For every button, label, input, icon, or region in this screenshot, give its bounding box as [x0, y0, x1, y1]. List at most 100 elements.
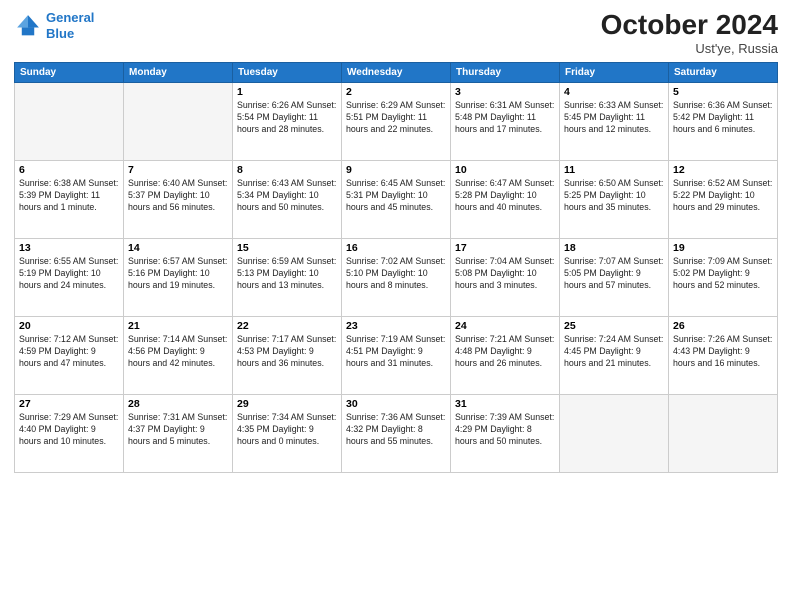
calendar-cell: 9 Sunrise: 6:45 AM Sunset: 5:31 PM Daylig…	[342, 160, 451, 238]
calendar-cell: 25 Sunrise: 7:24 AM Sunset: 4:45 PM Dayli…	[560, 316, 669, 394]
cell-info: Sunrise: 6:45 AM Sunset: 5:31 PM Dayligh…	[346, 178, 446, 214]
day-number: 3	[455, 86, 555, 98]
day-number: 18	[564, 242, 664, 254]
calendar-week-4: 27 Sunrise: 7:29 AM Sunset: 4:40 PM Dayli…	[15, 394, 778, 472]
day-number: 6	[19, 164, 119, 176]
calendar-cell: 27 Sunrise: 7:29 AM Sunset: 4:40 PM Dayli…	[15, 394, 124, 472]
calendar-cell: 8 Sunrise: 6:43 AM Sunset: 5:34 PM Daylig…	[233, 160, 342, 238]
day-number: 22	[237, 320, 337, 332]
col-tuesday: Tuesday	[233, 62, 342, 82]
day-number: 1	[237, 86, 337, 98]
day-number: 31	[455, 398, 555, 410]
calendar-cell: 2Sunrise: 6:29 AM Sunset: 5:51 PM Daylig…	[342, 82, 451, 160]
month-title: October 2024	[601, 10, 778, 41]
calendar-cell: 17Sunrise: 7:04 AM Sunset: 5:08 PM Dayli…	[451, 238, 560, 316]
cell-info: Sunrise: 7:21 AM Sunset: 4:48 PM Dayligh…	[455, 334, 555, 370]
header: General Blue October 2024 Ust'ye, Russia	[14, 10, 778, 56]
day-number: 28	[128, 398, 228, 410]
cell-info: Sunrise: 7:39 AM Sunset: 4:29 PM Dayligh…	[455, 412, 555, 448]
day-number: 12	[673, 164, 773, 176]
location: Ust'ye, Russia	[601, 41, 778, 56]
title-block: October 2024 Ust'ye, Russia	[601, 10, 778, 56]
cell-info: Sunrise: 7:36 AM Sunset: 4:32 PM Dayligh…	[346, 412, 446, 448]
calendar-cell: 10 Sunrise: 6:47 AM Sunset: 5:28 PM Dayli…	[451, 160, 560, 238]
col-saturday: Saturday	[669, 62, 778, 82]
cell-info: Sunrise: 6:26 AM Sunset: 5:54 PM Dayligh…	[237, 100, 337, 136]
day-number: 8	[237, 164, 337, 176]
calendar-cell: 30Sunrise: 7:36 AM Sunset: 4:32 PM Dayli…	[342, 394, 451, 472]
cell-info: Sunrise: 6:55 AM Sunset: 5:19 PM Dayligh…	[19, 256, 119, 292]
calendar-week-3: 20 Sunrise: 7:12 AM Sunset: 4:59 PM Dayli…	[15, 316, 778, 394]
cell-info: Sunrise: 7:07 AM Sunset: 5:05 PM Dayligh…	[564, 256, 664, 292]
calendar-cell: 31 Sunrise: 7:39 AM Sunset: 4:29 PM Dayli…	[451, 394, 560, 472]
calendar-cell: 13 Sunrise: 6:55 AM Sunset: 5:19 PM Dayli…	[15, 238, 124, 316]
calendar-cell: 18 Sunrise: 7:07 AM Sunset: 5:05 PM Dayli…	[560, 238, 669, 316]
logo-text: General Blue	[46, 10, 94, 41]
cell-info: Sunrise: 7:26 AM Sunset: 4:43 PM Dayligh…	[673, 334, 773, 370]
calendar-cell: 29 Sunrise: 7:34 AM Sunset: 4:35 PM Dayli…	[233, 394, 342, 472]
day-number: 25	[564, 320, 664, 332]
calendar-cell: 26 Sunrise: 7:26 AM Sunset: 4:43 PM Dayli…	[669, 316, 778, 394]
day-number: 29	[237, 398, 337, 410]
calendar-week-2: 13 Sunrise: 6:55 AM Sunset: 5:19 PM Dayli…	[15, 238, 778, 316]
cell-info: Sunrise: 6:38 AM Sunset: 5:39 PM Dayligh…	[19, 178, 119, 214]
day-number: 11	[564, 164, 664, 176]
cell-info: Sunrise: 6:43 AM Sunset: 5:34 PM Dayligh…	[237, 178, 337, 214]
cell-info: Sunrise: 6:50 AM Sunset: 5:25 PM Dayligh…	[564, 178, 664, 214]
col-wednesday: Wednesday	[342, 62, 451, 82]
day-number: 19	[673, 242, 773, 254]
cell-info: Sunrise: 7:04 AM Sunset: 5:08 PM Dayligh…	[455, 256, 555, 292]
calendar-cell: 21Sunrise: 7:14 AM Sunset: 4:56 PM Dayli…	[124, 316, 233, 394]
day-number: 4	[564, 86, 664, 98]
col-friday: Friday	[560, 62, 669, 82]
cell-info: Sunrise: 7:12 AM Sunset: 4:59 PM Dayligh…	[19, 334, 119, 370]
cell-info: Sunrise: 7:31 AM Sunset: 4:37 PM Dayligh…	[128, 412, 228, 448]
calendar-cell: 14Sunrise: 6:57 AM Sunset: 5:16 PM Dayli…	[124, 238, 233, 316]
day-number: 13	[19, 242, 119, 254]
calendar-cell: 7 Sunrise: 6:40 AM Sunset: 5:37 PM Daylig…	[124, 160, 233, 238]
calendar-cell: 24 Sunrise: 7:21 AM Sunset: 4:48 PM Dayli…	[451, 316, 560, 394]
calendar-cell	[15, 82, 124, 160]
day-number: 2	[346, 86, 446, 98]
calendar-cell	[124, 82, 233, 160]
cell-info: Sunrise: 6:59 AM Sunset: 5:13 PM Dayligh…	[237, 256, 337, 292]
logo: General Blue	[14, 10, 94, 41]
calendar-cell: 3 Sunrise: 6:31 AM Sunset: 5:48 PM Daylig…	[451, 82, 560, 160]
calendar-cell: 4 Sunrise: 6:33 AM Sunset: 5:45 PM Daylig…	[560, 82, 669, 160]
day-number: 15	[237, 242, 337, 254]
calendar-cell: 16 Sunrise: 7:02 AM Sunset: 5:10 PM Dayli…	[342, 238, 451, 316]
cell-info: Sunrise: 7:24 AM Sunset: 4:45 PM Dayligh…	[564, 334, 664, 370]
calendar-week-0: 1 Sunrise: 6:26 AM Sunset: 5:54 PM Daylig…	[15, 82, 778, 160]
cell-info: Sunrise: 6:40 AM Sunset: 5:37 PM Dayligh…	[128, 178, 228, 214]
calendar-cell: 23Sunrise: 7:19 AM Sunset: 4:51 PM Dayli…	[342, 316, 451, 394]
calendar-cell: 19 Sunrise: 7:09 AM Sunset: 5:02 PM Dayli…	[669, 238, 778, 316]
cell-info: Sunrise: 6:33 AM Sunset: 5:45 PM Dayligh…	[564, 100, 664, 136]
calendar-cell: 20 Sunrise: 7:12 AM Sunset: 4:59 PM Dayli…	[15, 316, 124, 394]
cell-info: Sunrise: 7:34 AM Sunset: 4:35 PM Dayligh…	[237, 412, 337, 448]
cell-info: Sunrise: 6:31 AM Sunset: 5:48 PM Dayligh…	[455, 100, 555, 136]
day-number: 5	[673, 86, 773, 98]
day-number: 16	[346, 242, 446, 254]
calendar-cell: 28 Sunrise: 7:31 AM Sunset: 4:37 PM Dayli…	[124, 394, 233, 472]
calendar-cell: 6 Sunrise: 6:38 AM Sunset: 5:39 PM Daylig…	[15, 160, 124, 238]
cell-info: Sunrise: 6:47 AM Sunset: 5:28 PM Dayligh…	[455, 178, 555, 214]
calendar-cell: 11 Sunrise: 6:50 AM Sunset: 5:25 PM Dayli…	[560, 160, 669, 238]
cell-info: Sunrise: 7:09 AM Sunset: 5:02 PM Dayligh…	[673, 256, 773, 292]
day-number: 27	[19, 398, 119, 410]
day-number: 7	[128, 164, 228, 176]
day-number: 20	[19, 320, 119, 332]
col-monday: Monday	[124, 62, 233, 82]
day-number: 10	[455, 164, 555, 176]
day-number: 24	[455, 320, 555, 332]
calendar-header-row: Sunday Monday Tuesday Wednesday Thursday…	[15, 62, 778, 82]
cell-info: Sunrise: 7:02 AM Sunset: 5:10 PM Dayligh…	[346, 256, 446, 292]
calendar-cell: 1 Sunrise: 6:26 AM Sunset: 5:54 PM Daylig…	[233, 82, 342, 160]
calendar-cell	[669, 394, 778, 472]
cell-info: Sunrise: 7:29 AM Sunset: 4:40 PM Dayligh…	[19, 412, 119, 448]
calendar-cell: 12Sunrise: 6:52 AM Sunset: 5:22 PM Dayli…	[669, 160, 778, 238]
cell-info: Sunrise: 7:14 AM Sunset: 4:56 PM Dayligh…	[128, 334, 228, 370]
calendar-cell: 5Sunrise: 6:36 AM Sunset: 5:42 PM Daylig…	[669, 82, 778, 160]
day-number: 9	[346, 164, 446, 176]
day-number: 26	[673, 320, 773, 332]
col-thursday: Thursday	[451, 62, 560, 82]
